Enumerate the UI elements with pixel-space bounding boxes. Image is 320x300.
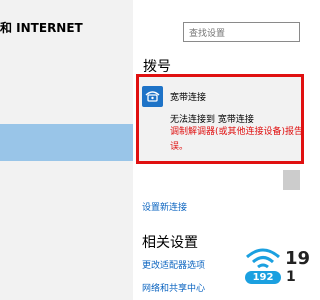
section-title-dialup: 拨号 bbox=[143, 59, 171, 75]
connection-action-button[interactable] bbox=[283, 170, 300, 190]
search-input[interactable] bbox=[183, 22, 300, 42]
connection-error-line1: 调制解调器(或其他连接设备)报告了 bbox=[170, 127, 302, 137]
watermark-number: 19 bbox=[285, 248, 311, 269]
watermark-number-2: 1 bbox=[286, 269, 296, 285]
network-sharing-center-link[interactable]: 网络和共享中心 bbox=[142, 281, 205, 294]
dialup-connection-icon bbox=[142, 86, 163, 107]
watermark-badge: 192 bbox=[245, 271, 281, 284]
connection-status: 无法连接到 宽带连接 bbox=[170, 115, 254, 125]
connection-name: 宽带连接 bbox=[170, 93, 207, 103]
nav-item-dialup-selected[interactable] bbox=[0, 124, 133, 161]
page-header-title: 和 INTERNET bbox=[0, 21, 83, 35]
connection-error-line2: 误。 bbox=[170, 142, 189, 152]
wifi-icon bbox=[246, 248, 280, 269]
watermark-logo: 192 19 1 bbox=[240, 245, 310, 300]
section-title-related: 相关设置 bbox=[142, 235, 198, 251]
change-adapter-options-link[interactable]: 更改适配器选项 bbox=[142, 258, 205, 271]
setup-new-connection-link[interactable]: 设置新连接 bbox=[142, 200, 187, 213]
left-nav-pane: 和 INTERNET bbox=[0, 0, 133, 300]
